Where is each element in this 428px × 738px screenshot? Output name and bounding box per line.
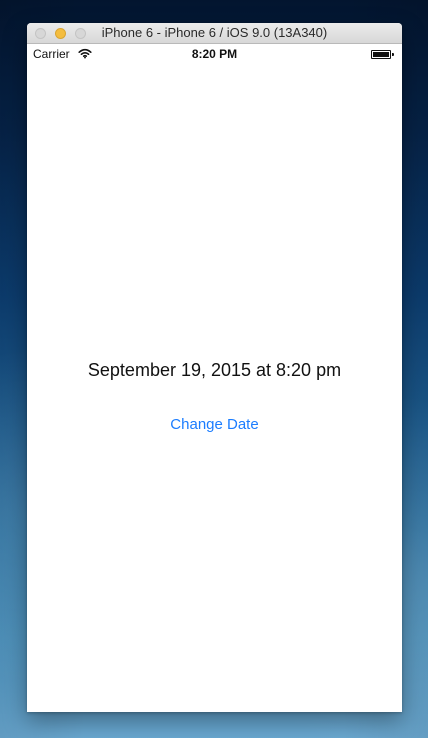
window-title: iPhone 6 - iPhone 6 / iOS 9.0 (13A340): [101, 25, 328, 40]
phone-screen: Carrier 8:20 PM September 19, 2015 at 8:…: [27, 44, 402, 712]
simulator-window: iPhone 6 - iPhone 6 / iOS 9.0 (13A340) C…: [27, 23, 402, 712]
battery-icon: [371, 50, 395, 59]
status-bar: Carrier 8:20 PM: [27, 44, 402, 64]
window-titlebar: iPhone 6 - iPhone 6 / iOS 9.0 (13A340): [27, 23, 402, 44]
status-time: 8:20 PM: [191, 47, 238, 61]
change-date-button[interactable]: Change Date: [27, 415, 402, 435]
date-display: September 19, 2015 at 8:20 pm: [87, 360, 342, 380]
battery-fill: [373, 52, 389, 57]
battery-cap: [392, 53, 394, 56]
